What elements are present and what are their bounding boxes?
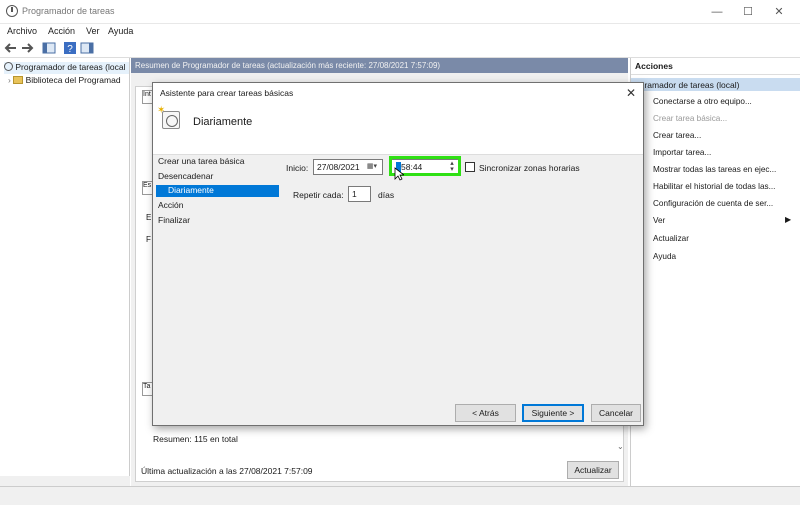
dialog-header-title: Diariamente <box>193 116 253 128</box>
folder-icon <box>13 76 24 84</box>
maximize-button[interactable]: ☐ <box>733 3 763 21</box>
start-label: Inicio: <box>286 163 309 173</box>
wizard-step[interactable]: Finalizar <box>158 215 190 227</box>
action-pane-icon[interactable] <box>80 41 94 55</box>
tree-item-root[interactable]: Programador de tareas (local <box>4 62 129 74</box>
wizard-step[interactable]: Desencadenar <box>158 171 213 183</box>
summary-count: Resumen: 115 en total <box>153 434 238 444</box>
wizard-step[interactable]: Acción <box>158 200 184 212</box>
action-view[interactable]: Ver <box>653 216 665 225</box>
action-show-running[interactable]: Mostrar todas las tareas en ejec... <box>653 165 776 174</box>
actions-title: Acciones <box>631 61 800 75</box>
start-date-picker[interactable]: 27/08/2021 ▦▾ <box>313 159 383 175</box>
back-button[interactable]: < Atrás <box>455 404 516 422</box>
repeat-label: Repetir cada: <box>293 190 344 200</box>
toolbar: ? <box>0 39 800 58</box>
clock-icon <box>6 5 18 17</box>
section-letter: F <box>146 235 151 244</box>
tree-library-label: Biblioteca del Programad <box>25 75 121 85</box>
close-button[interactable]: ✕ <box>764 3 794 21</box>
repeat-days-input[interactable]: 1 <box>348 186 371 202</box>
minimize-button[interactable]: — <box>702 3 732 21</box>
title-bar: Programador de tareas — ☐ ✕ <box>0 0 800 24</box>
tree-root-label: Programador de tareas (local <box>15 62 126 72</box>
dialog-title: Asistente para crear tareas básicas <box>160 88 294 98</box>
calendar-dropdown-icon[interactable]: ▦▾ <box>364 161 380 173</box>
submenu-arrow-icon: ▶ <box>785 215 792 224</box>
forward-arrow-icon[interactable] <box>20 41 34 55</box>
action-service-account[interactable]: Configuración de cuenta de ser... <box>653 199 773 208</box>
action-create-basic-task[interactable]: Crear tarea básica... <box>653 114 727 123</box>
scroll-down-icon[interactable]: ⌄ <box>617 442 624 451</box>
menu-ayuda[interactable]: Ayuda <box>108 26 133 36</box>
refresh-button[interactable]: Actualizar <box>567 461 619 479</box>
action-connect[interactable]: Conectarse a otro equipo... <box>653 97 752 106</box>
menu-archivo[interactable]: Archivo <box>7 26 37 36</box>
status-bar <box>0 486 800 505</box>
sync-timezone-label: Sincronizar zonas horarias <box>479 163 580 173</box>
wizard-step[interactable]: Crear una tarea básica <box>158 156 244 168</box>
action-help[interactable]: Ayuda <box>653 252 676 261</box>
next-button[interactable]: Siguiente > <box>522 404 584 422</box>
sync-timezone-checkbox[interactable] <box>465 162 475 172</box>
start-date-value: 27/08/2021 <box>317 162 360 172</box>
basic-task-wizard-dialog: Asistente para crear tareas básicas ✕ Di… <box>152 82 644 426</box>
actions-group-header[interactable]: ogramador de tareas (local) <box>631 78 800 91</box>
window-title: Programador de tareas <box>22 6 115 16</box>
svg-text:?: ? <box>67 44 73 55</box>
navigation-tree: Programador de tareas (local › Bibliotec… <box>0 58 130 486</box>
action-refresh[interactable]: Actualizar <box>653 234 689 243</box>
wizard-icon <box>157 105 180 129</box>
help-icon[interactable]: ? <box>63 41 77 55</box>
section-letter: E <box>146 213 152 222</box>
actions-pane: Acciones ogramador de tareas (local) Con… <box>630 58 800 486</box>
horizontal-scrollbar[interactable] <box>0 476 130 486</box>
dialog-close-button[interactable]: ✕ <box>623 85 639 101</box>
back-arrow-icon[interactable] <box>4 41 18 55</box>
tree-item-library[interactable]: › Biblioteca del Programad <box>8 75 121 87</box>
menu-ver[interactable]: Ver <box>86 26 100 36</box>
dialog-header: Diariamente <box>153 103 643 155</box>
wizard-step-active[interactable]: Diariamente <box>156 185 279 197</box>
chevron-right-icon[interactable]: › <box>8 75 11 85</box>
menu-accion[interactable]: Acción <box>48 26 75 36</box>
cancel-button[interactable]: Cancelar <box>591 404 641 422</box>
console-tree-icon[interactable] <box>42 41 56 55</box>
menu-bar: Archivo Acción Ver Ayuda <box>0 24 800 39</box>
action-enable-history[interactable]: Habilitar el historial de todas las... <box>653 182 775 191</box>
action-import-task[interactable]: Importar tarea... <box>653 148 711 157</box>
summary-header: Resumen de Programador de tareas (actual… <box>131 58 628 73</box>
action-create-task[interactable]: Crear tarea... <box>653 131 701 140</box>
days-unit-label: días <box>378 190 395 200</box>
mouse-cursor-icon <box>394 167 404 181</box>
last-update-text: Última actualización a las 27/08/2021 7:… <box>141 466 313 476</box>
clock-icon <box>4 62 13 71</box>
dialog-title-bar: Asistente para crear tareas básicas ✕ <box>153 83 643 103</box>
